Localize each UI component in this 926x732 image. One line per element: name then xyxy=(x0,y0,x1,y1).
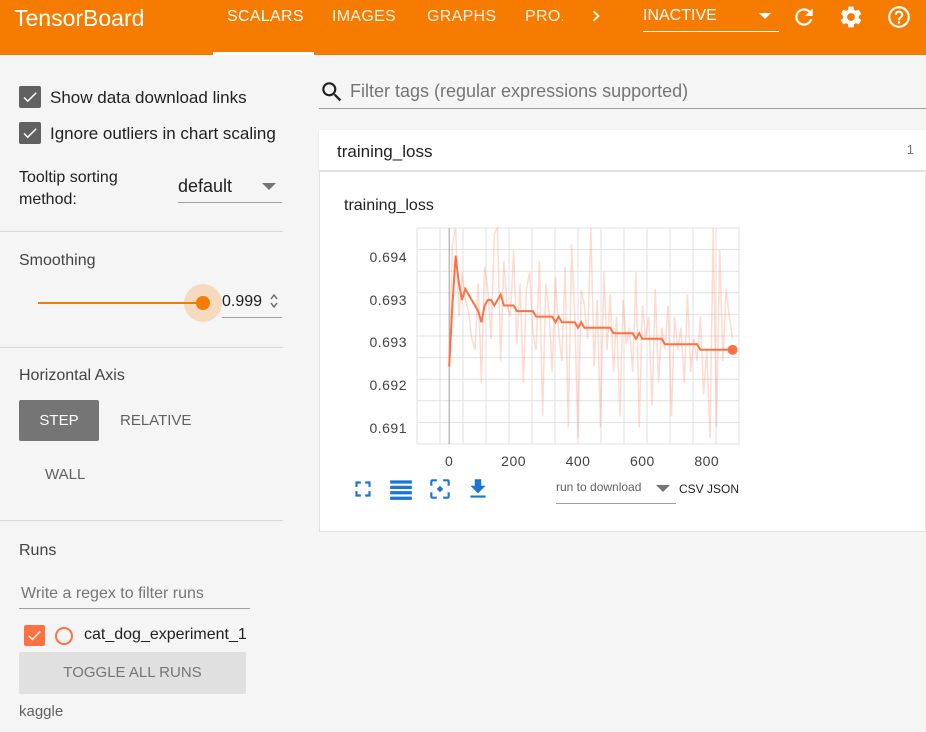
chevron-down-icon xyxy=(759,13,771,19)
inactive-plugins-select[interactable]: INACTIVE xyxy=(643,0,779,32)
x-tick-label: 200 xyxy=(501,453,526,469)
y-tick-label: 0.693 xyxy=(369,334,407,350)
help-icon[interactable] xyxy=(886,4,912,30)
refresh-icon[interactable] xyxy=(791,4,817,30)
app-title[interactable]: TensorBoard xyxy=(14,5,144,31)
check-icon xyxy=(23,128,37,139)
ignore-outliers-label: Ignore outliers in chart scaling xyxy=(50,124,276,143)
smoothing-title: Smoothing xyxy=(19,252,96,269)
line-chart[interactable]: 0 200 400 600 800 0.694 0.693 0.693 0.692 0.691 xyxy=(343,222,755,474)
tab-projector[interactable]: PRO... xyxy=(525,8,563,26)
tab-graphs[interactable]: GRAPHS xyxy=(427,8,496,26)
x-tick-label: 400 xyxy=(566,453,591,469)
toggle-all-runs-button[interactable]: TOGGLE ALL RUNS xyxy=(19,652,246,694)
raw-series-line xyxy=(448,225,734,439)
smoothing-value-input[interactable]: 0.999 xyxy=(222,290,282,318)
run-to-download-select[interactable]: run to download xyxy=(556,477,676,504)
series-end-point xyxy=(727,344,738,355)
x-tick-label: 600 xyxy=(630,453,655,469)
json-link[interactable]: JSON xyxy=(707,482,739,496)
inactive-select-value: INACTIVE xyxy=(643,7,717,24)
horizontal-axis-title: Horizontal Axis xyxy=(19,367,125,384)
y-tick-label: 0.691 xyxy=(369,420,407,436)
y-tick-label: 0.693 xyxy=(369,292,407,308)
chart-title: training_loss xyxy=(344,197,434,214)
check-icon xyxy=(28,630,41,641)
fullscreen-icon[interactable] xyxy=(350,476,376,502)
y-tick-label: 0.694 xyxy=(369,249,407,265)
axis-wall-button[interactable]: WALL xyxy=(45,466,85,483)
tag-group-name: training_loss xyxy=(337,142,433,161)
run-to-download-value: run to download xyxy=(556,480,642,494)
check-icon xyxy=(23,92,37,103)
fit-domain-icon[interactable] xyxy=(427,476,453,502)
smoothing-value: 0.999 xyxy=(222,293,263,310)
x-tick-label: 0 xyxy=(445,453,453,469)
smoothing-slider-knob[interactable] xyxy=(196,296,210,310)
tag-group-count: 1 xyxy=(906,142,914,157)
settings-icon[interactable] xyxy=(838,4,864,30)
ignore-outliers-checkbox[interactable]: Ignore outliers in chart scaling xyxy=(19,122,283,146)
runs-filter-field[interactable] xyxy=(19,582,248,606)
tooltip-sorting-label: Tooltip sorting method: xyxy=(19,169,118,208)
y-tick-label: 0.692 xyxy=(369,377,407,393)
tooltip-sorting-select[interactable]: default xyxy=(178,173,282,203)
runs-filter-input[interactable] xyxy=(19,578,250,609)
tag-group-header[interactable]: training_loss 1 xyxy=(319,130,926,171)
spinner-arrows-icon[interactable] xyxy=(270,293,278,309)
divider xyxy=(0,347,283,348)
tooltip-sorting-value: default xyxy=(178,176,233,196)
tag-filter-input[interactable] xyxy=(348,78,922,104)
axis-step-button[interactable]: STEP xyxy=(19,400,99,441)
run-name: cat_dog_experiment_1 xyxy=(84,626,247,643)
divider xyxy=(0,231,283,232)
checkbox-checked[interactable] xyxy=(19,122,41,144)
tag-filter[interactable] xyxy=(319,74,926,109)
csv-link[interactable]: CSV xyxy=(679,482,704,496)
run-checkbox[interactable] xyxy=(24,625,45,646)
download-icon[interactable] xyxy=(465,476,491,502)
smoothing-slider-track[interactable] xyxy=(38,302,203,304)
chevron-right-icon[interactable] xyxy=(585,4,607,28)
chevron-down-icon xyxy=(656,485,670,492)
show-download-links-label: Show data download links xyxy=(50,88,247,107)
top-app-bar: TensorBoard SCALARS IMAGES GRAPHS PRO...… xyxy=(0,0,926,55)
run-color-picker[interactable] xyxy=(55,627,73,645)
checkbox-checked[interactable] xyxy=(19,86,41,108)
tab-images[interactable]: IMAGES xyxy=(332,8,396,26)
divider xyxy=(0,520,283,521)
log-scale-icon[interactable] xyxy=(388,476,414,502)
search-icon xyxy=(322,82,342,102)
runs-title: Runs xyxy=(19,542,57,559)
axis-relative-button[interactable]: RELATIVE xyxy=(120,412,191,429)
tab-scalars[interactable]: SCALARS xyxy=(227,8,304,26)
logdir-label: kaggle xyxy=(19,703,64,720)
show-download-links-checkbox[interactable]: Show data download links xyxy=(19,86,283,110)
chevron-down-icon xyxy=(262,183,276,190)
x-tick-label: 800 xyxy=(694,453,719,469)
